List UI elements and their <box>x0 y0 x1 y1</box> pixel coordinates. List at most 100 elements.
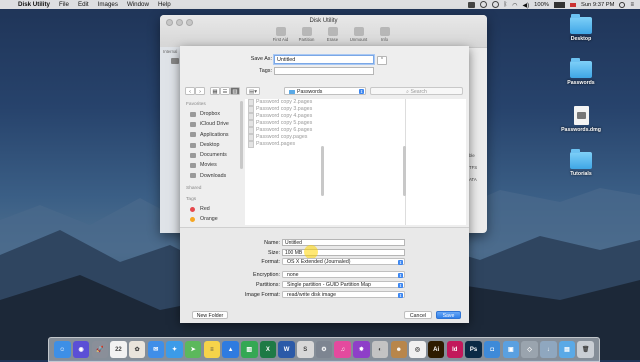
file-item[interactable]: Password copy 6.pages <box>245 127 323 134</box>
size-field[interactable]: 100 MB <box>282 249 405 256</box>
sidebar-tag-orange[interactable]: Orange <box>183 214 243 224</box>
notes-icon[interactable]: ≡ <box>203 341 221 358</box>
preview-icon[interactable]: ▣ <box>502 341 520 358</box>
column-scrollbar[interactable] <box>321 146 324 196</box>
system-preferences-icon[interactable]: ⚙ <box>315 341 333 358</box>
image-format-popup[interactable]: read/write disk image ⇕ <box>282 291 405 298</box>
list-view-button[interactable]: ☰ <box>220 87 230 95</box>
illustrator-icon[interactable]: Ai <box>427 341 445 358</box>
file-item[interactable]: Password copy 2.pages <box>245 99 323 106</box>
sidebar-item-downloads[interactable]: Downloads <box>183 171 243 181</box>
battery-icon[interactable] <box>553 1 565 8</box>
itunes-icon[interactable]: ♫ <box>334 341 351 358</box>
scripts-icon[interactable]: S <box>297 341 314 358</box>
downloads-stack-icon[interactable]: ↓ <box>540 341 557 358</box>
numbers-icon[interactable]: ▥ <box>241 341 258 358</box>
photo-app-icon[interactable]: ◐ <box>371 341 389 358</box>
safari-icon[interactable]: ✦ <box>166 341 183 358</box>
name-field[interactable]: Untitled <box>282 239 405 246</box>
pages-file-icon <box>248 127 254 134</box>
partition-button[interactable]: Partition <box>296 27 317 42</box>
affinity-icon[interactable]: ✸ <box>353 341 370 358</box>
sidebar-item-dropbox[interactable]: Dropbox <box>183 109 243 119</box>
cancel-button[interactable]: Cancel <box>404 311 432 319</box>
menu-window[interactable]: Window <box>127 1 149 8</box>
word-icon[interactable]: W <box>278 341 295 358</box>
file-item[interactable]: Password.pages <box>245 141 323 148</box>
time-machine-icon[interactable] <box>491 1 499 8</box>
sidebar-item-documents[interactable]: Documents <box>183 150 243 160</box>
file-item[interactable]: Password copy 3.pages <box>245 106 323 113</box>
spotlight-icon[interactable] <box>619 1 626 8</box>
file-item[interactable]: Password copy 5.pages <box>245 120 323 127</box>
back-button[interactable]: ‹ <box>185 87 195 95</box>
maps-icon[interactable]: ➤ <box>184 341 202 358</box>
flag-icon[interactable] <box>569 2 576 7</box>
calendar-icon[interactable]: 22 <box>110 341 127 358</box>
menu-edit[interactable]: Edit <box>78 1 89 8</box>
sync-icon[interactable] <box>479 1 487 8</box>
photos-icon[interactable]: ✿ <box>128 341 146 358</box>
trash-icon[interactable]: 🗑 <box>577 341 594 358</box>
desktop-icon-tutorials[interactable]: Tutorials <box>561 149 601 177</box>
first-aid-button[interactable]: First Aid <box>270 27 291 42</box>
photoshop-icon[interactable]: Ps <box>465 341 482 358</box>
persona-icon[interactable]: ☻ <box>390 341 407 358</box>
partitions-popup[interactable]: Single partition - GUID Partition Map ⇕ <box>282 281 405 288</box>
group-view-button[interactable]: ▤▾ <box>246 87 260 95</box>
utility-icon[interactable]: ◇ <box>521 341 538 358</box>
file-item[interactable]: Password copy.pages <box>245 134 323 141</box>
wifi-icon[interactable]: ◠ <box>512 2 517 9</box>
disk-drive-icon[interactable] <box>171 58 179 64</box>
encryption-popup[interactable]: none ⇕ <box>282 271 405 278</box>
menu-app-name[interactable]: Disk Utility <box>18 1 50 8</box>
erase-button[interactable]: Erase <box>322 27 343 42</box>
battery-percent[interactable]: 100% <box>534 2 549 8</box>
finder-icon[interactable]: ☺ <box>54 341 71 358</box>
folder-icon <box>570 149 592 169</box>
icon-view-button[interactable]: ▦ <box>210 87 220 95</box>
desktop-icon-passwords-dmg[interactable]: Passwords.dmg <box>561 106 601 133</box>
tags-field[interactable] <box>274 67 374 75</box>
menu-help[interactable]: Help <box>158 1 171 8</box>
siri-icon[interactable]: ◉ <box>72 341 90 358</box>
new-folder-button[interactable]: New Folder <box>192 311 228 319</box>
menu-clock[interactable]: Sun 9:37 PM <box>581 2 615 8</box>
sidebar-item-movies[interactable]: Movies <box>183 160 243 170</box>
folder-stack-icon[interactable]: ▤ <box>558 341 576 358</box>
save-sheet: Save As: Untitled ⌃ Tags: ‹ › ▦ ☰ ▥ ▤▾ P… <box>180 46 469 323</box>
camera-icon[interactable]: ◘ <box>483 341 501 358</box>
save-button[interactable]: Save <box>436 311 461 319</box>
sidebar-tag-red[interactable]: Red <box>183 204 243 214</box>
unmount-button[interactable]: Unmount <box>348 27 369 42</box>
save-as-field[interactable]: Untitled <box>274 55 374 64</box>
sidebar-item-desktop[interactable]: Desktop <box>183 140 243 150</box>
search-field[interactable]: ⌕ Search <box>370 87 463 95</box>
notification-center-icon[interactable]: ≡ <box>630 2 634 8</box>
volume-icon[interactable]: ◀) <box>523 2 530 9</box>
mail-icon[interactable]: ✉ <box>147 341 165 358</box>
excel-icon[interactable]: X <box>259 341 277 358</box>
location-popup[interactable]: Passwords ⇕ <box>284 87 366 95</box>
forward-button[interactable]: › <box>195 87 205 95</box>
chrome-icon[interactable]: ◎ <box>409 341 426 358</box>
column-view-button[interactable]: ▥ <box>230 87 240 95</box>
keynote-icon[interactable]: ▲ <box>222 341 239 358</box>
column-scrollbar[interactable] <box>403 146 406 196</box>
dropbox-status-icon[interactable] <box>467 1 475 8</box>
bluetooth-icon[interactable]: ᛒ <box>504 2 508 8</box>
menu-file[interactable]: File <box>59 1 69 8</box>
desktop-icon-passwords[interactable]: Passwords <box>561 58 601 86</box>
sidebar-scrollbar[interactable] <box>240 101 243 169</box>
menu-images[interactable]: Images <box>98 1 118 8</box>
desktop-icon-desktop[interactable]: Desktop <box>561 14 601 42</box>
launchpad-icon[interactable]: 🚀 <box>91 341 108 358</box>
save-as-label: Save As: <box>250 56 272 62</box>
file-item[interactable]: Password copy 4.pages <box>245 113 323 120</box>
info-button[interactable]: Info <box>374 27 395 42</box>
sidebar-item-applications[interactable]: Applications <box>183 130 243 140</box>
indesign-icon[interactable]: Id <box>446 341 464 358</box>
expand-dialog-button[interactable]: ⌃ <box>377 56 387 65</box>
sidebar-item-icloud-drive[interactable]: iCloud Drive <box>183 119 243 129</box>
format-popup[interactable]: OS X Extended (Journaled) ⇕ <box>282 258 405 265</box>
